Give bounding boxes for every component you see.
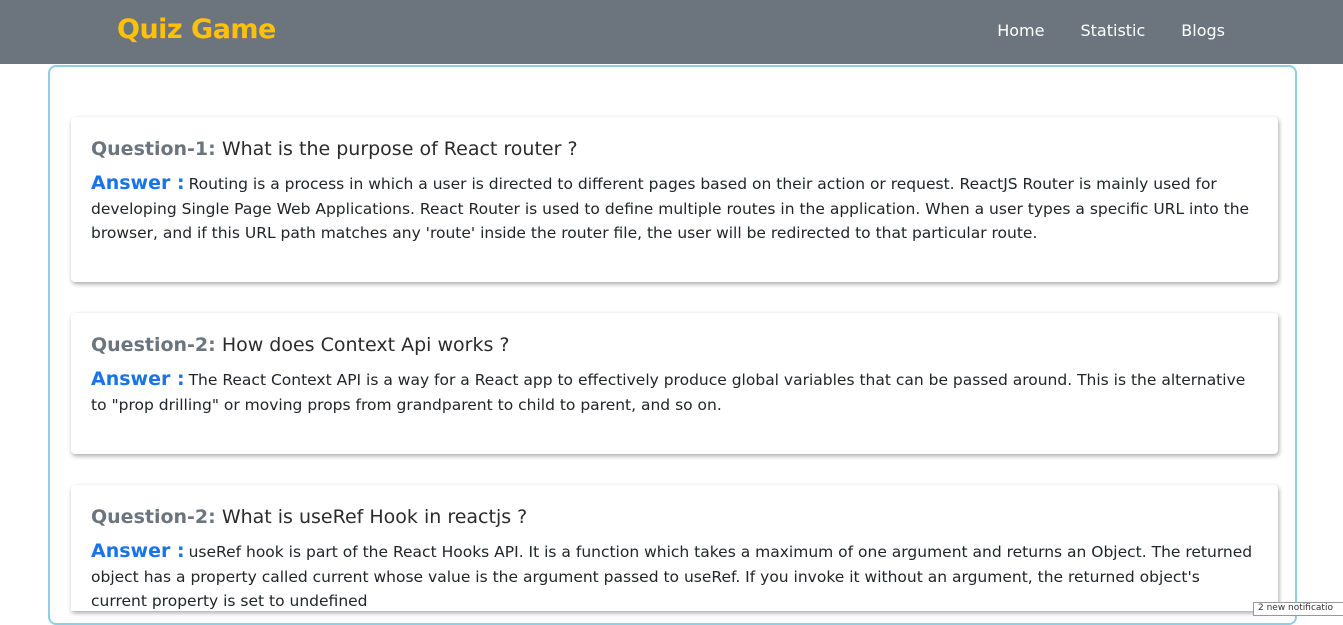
nav-links: Home Statistic Blogs <box>997 0 1225 60</box>
qa-card-3: Question-2: What is useRef Hook in react… <box>71 485 1278 611</box>
answer-text: useRef hook is part of the React Hooks A… <box>91 543 1253 610</box>
answer-paragraph: Answer : Routing is a process in which a … <box>91 171 1258 246</box>
answer-paragraph: Answer : useRef hook is part of the React… <box>91 539 1258 614</box>
question-number: Question-2: <box>91 506 216 528</box>
qa-card-2: Question-2: How does Context Api works ?… <box>71 313 1278 454</box>
question-text: How does Context Api works ? <box>221 334 510 356</box>
navbar: Quiz Game Home Statistic Blogs <box>0 0 1343 64</box>
question-text: What is the purpose of React router ? <box>221 138 578 160</box>
answer-label: Answer : <box>91 540 185 562</box>
answer-text: The React Context API is a way for a Rea… <box>91 371 1246 414</box>
nav-link-statistic[interactable]: Statistic <box>1080 21 1145 40</box>
question-number: Question-1: <box>91 138 216 160</box>
answer-text: Routing is a process in which a user is … <box>91 175 1250 242</box>
question-line: Question-2: What is useRef Hook in react… <box>91 503 1258 531</box>
answer-label: Answer : <box>91 368 185 390</box>
nav-link-blogs[interactable]: Blogs <box>1181 21 1225 40</box>
answer-paragraph: Answer : The React Context API is a way f… <box>91 367 1258 417</box>
question-line: Question-1: What is the purpose of React… <box>91 135 1258 163</box>
brand-logo[interactable]: Quiz Game <box>117 12 276 48</box>
question-number: Question-2: <box>91 334 216 356</box>
nav-link-home[interactable]: Home <box>997 21 1044 40</box>
answer-label: Answer : <box>91 172 185 194</box>
notification-toast[interactable]: 2 new notificatio <box>1253 602 1343 616</box>
question-line: Question-2: How does Context Api works ? <box>91 331 1258 359</box>
question-text: What is useRef Hook in reactjs ? <box>221 506 528 528</box>
qa-card-1: Question-1: What is the purpose of React… <box>71 117 1278 282</box>
